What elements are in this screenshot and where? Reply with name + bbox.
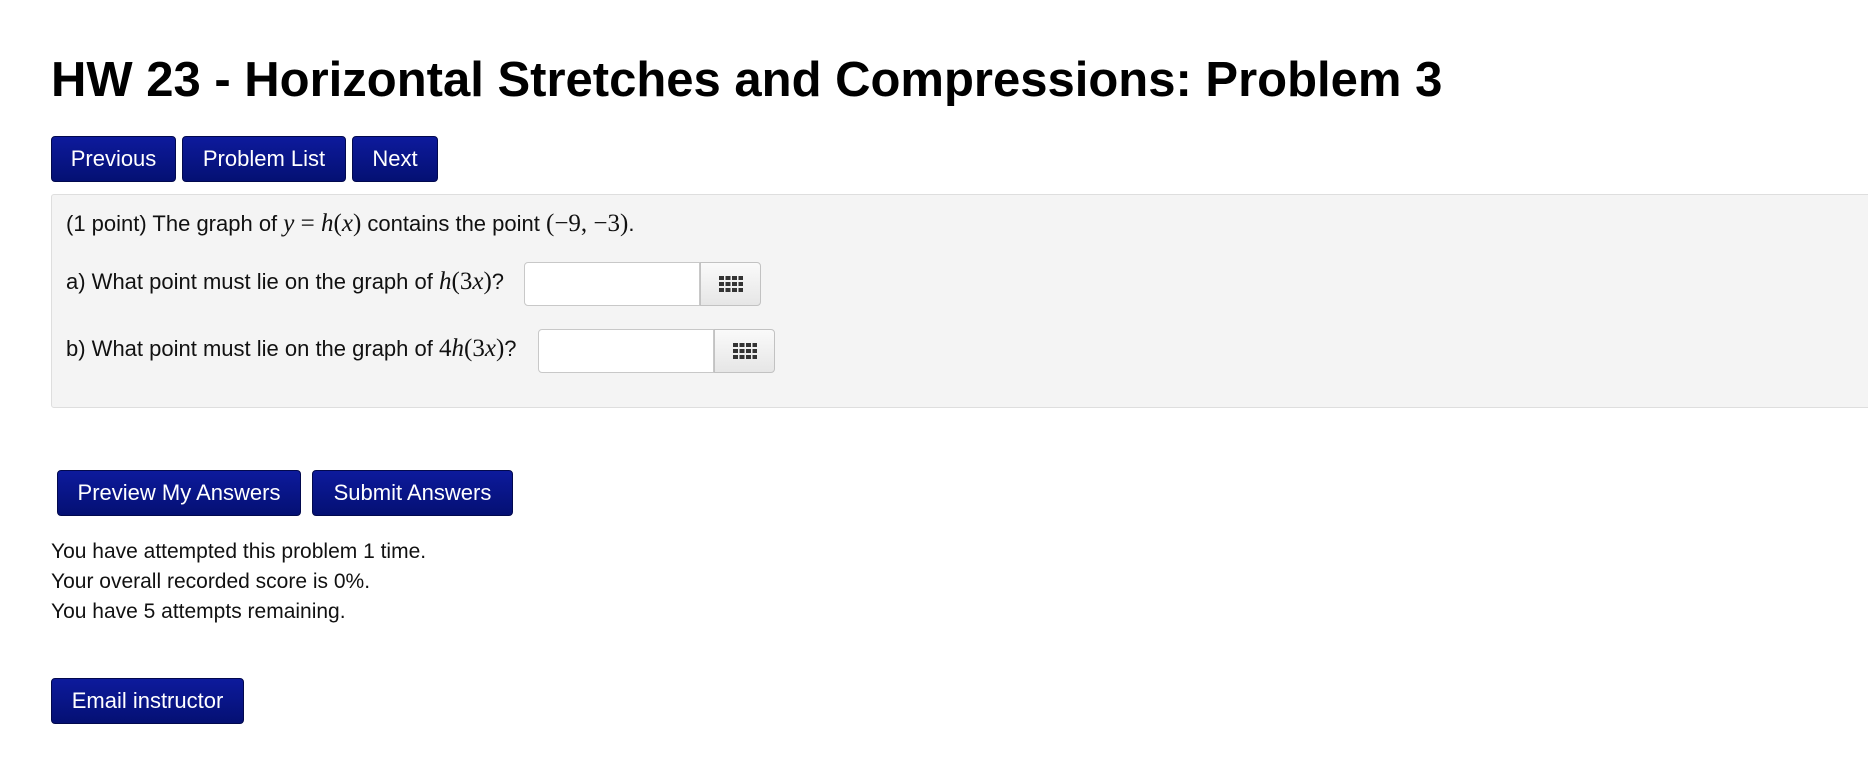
keyboard-grid-icon (732, 343, 757, 359)
problem-list-button[interactable]: Problem List (182, 136, 346, 182)
part-a-arg-close: ) (483, 268, 492, 295)
part-b-func: h (451, 335, 465, 362)
submit-answers-button[interactable]: Submit Answers (312, 470, 513, 516)
part-b-var: x (484, 335, 496, 362)
part-a-prefix: a) What point must lie on the graph of (66, 269, 433, 294)
part-b-prefix: b) What point must lie on the graph of (66, 336, 433, 361)
part-b-suffix: ? (504, 336, 517, 361)
part-b-arg-open: (3 (464, 335, 485, 362)
part-a-func: h (439, 268, 452, 295)
var-x: x (341, 210, 353, 237)
given-point: (−9, −3) (546, 210, 629, 237)
part-a-suffix: ? (491, 269, 505, 294)
part-a-var: x (472, 268, 484, 295)
page-title: HW 23 - Horizontal Stretches and Compres… (51, 53, 1443, 107)
part-b-expression: 4h(3x) (439, 335, 504, 362)
var-y: y (283, 210, 295, 237)
part-b-question: b) What point must lie on the graph of 4… (66, 334, 517, 364)
part-a-answer-input[interactable] (524, 262, 700, 306)
part-b-answer-input[interactable] (538, 329, 714, 373)
problem-statement: (1 point) The graph of y = h(x) contains… (66, 209, 634, 239)
part-a-arg-open: (3 (451, 268, 473, 295)
statement-suffix: . (628, 211, 635, 236)
next-button[interactable]: Next (352, 136, 438, 182)
function-equation: y = h(x) (283, 210, 362, 237)
attempts-text: You have attempted this problem 1 time. (51, 540, 427, 563)
part-a-question: a) What point must lie on the graph of h… (66, 267, 504, 297)
statement-prefix: (1 point) The graph of (66, 211, 278, 236)
remaining-attempts-text: You have 5 attempts remaining. (51, 600, 346, 623)
part-a-expression: h(3x) (439, 268, 492, 295)
part-b-keyboard-button[interactable] (714, 329, 775, 373)
previous-button[interactable]: Previous (51, 136, 176, 182)
keyboard-grid-icon (718, 276, 743, 292)
preview-answers-button[interactable]: Preview My Answers (57, 470, 301, 516)
func-h: h (321, 210, 334, 237)
part-b-coef: 4 (439, 335, 452, 362)
statement-mid: contains the point (367, 211, 540, 236)
equals-sign: = (294, 210, 322, 237)
part-a-keyboard-button[interactable] (700, 262, 761, 306)
score-text: Your overall recorded score is 0%. (51, 570, 371, 593)
email-instructor-button[interactable]: Email instructor (51, 678, 244, 724)
